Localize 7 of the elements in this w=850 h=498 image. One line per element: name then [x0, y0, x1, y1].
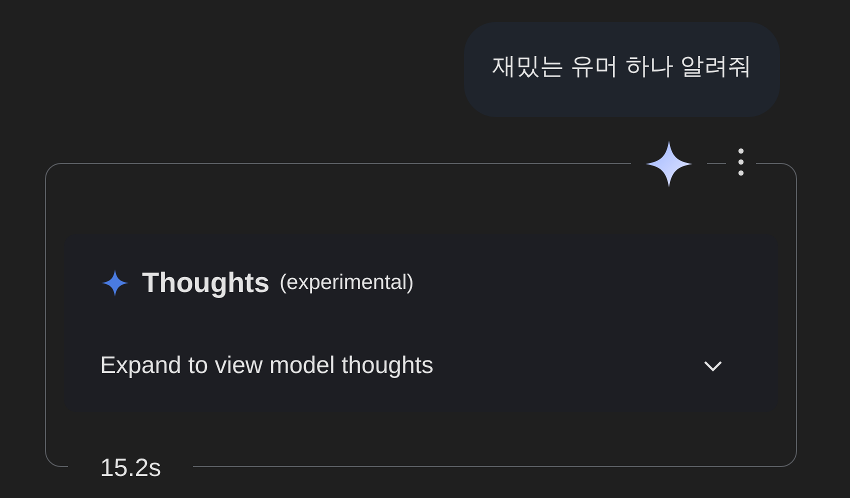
- vertical-dots-icon: [738, 147, 744, 177]
- user-message: 재밌는 유머 하나 알려줘: [464, 22, 780, 117]
- expand-label: Expand to view model thoughts: [100, 352, 434, 380]
- chevron-icon[interactable]: [703, 360, 723, 372]
- sparkle-icon: [100, 268, 130, 298]
- thoughts-title: Thoughts: [142, 267, 270, 299]
- experimental-note: (experimental): [280, 271, 414, 295]
